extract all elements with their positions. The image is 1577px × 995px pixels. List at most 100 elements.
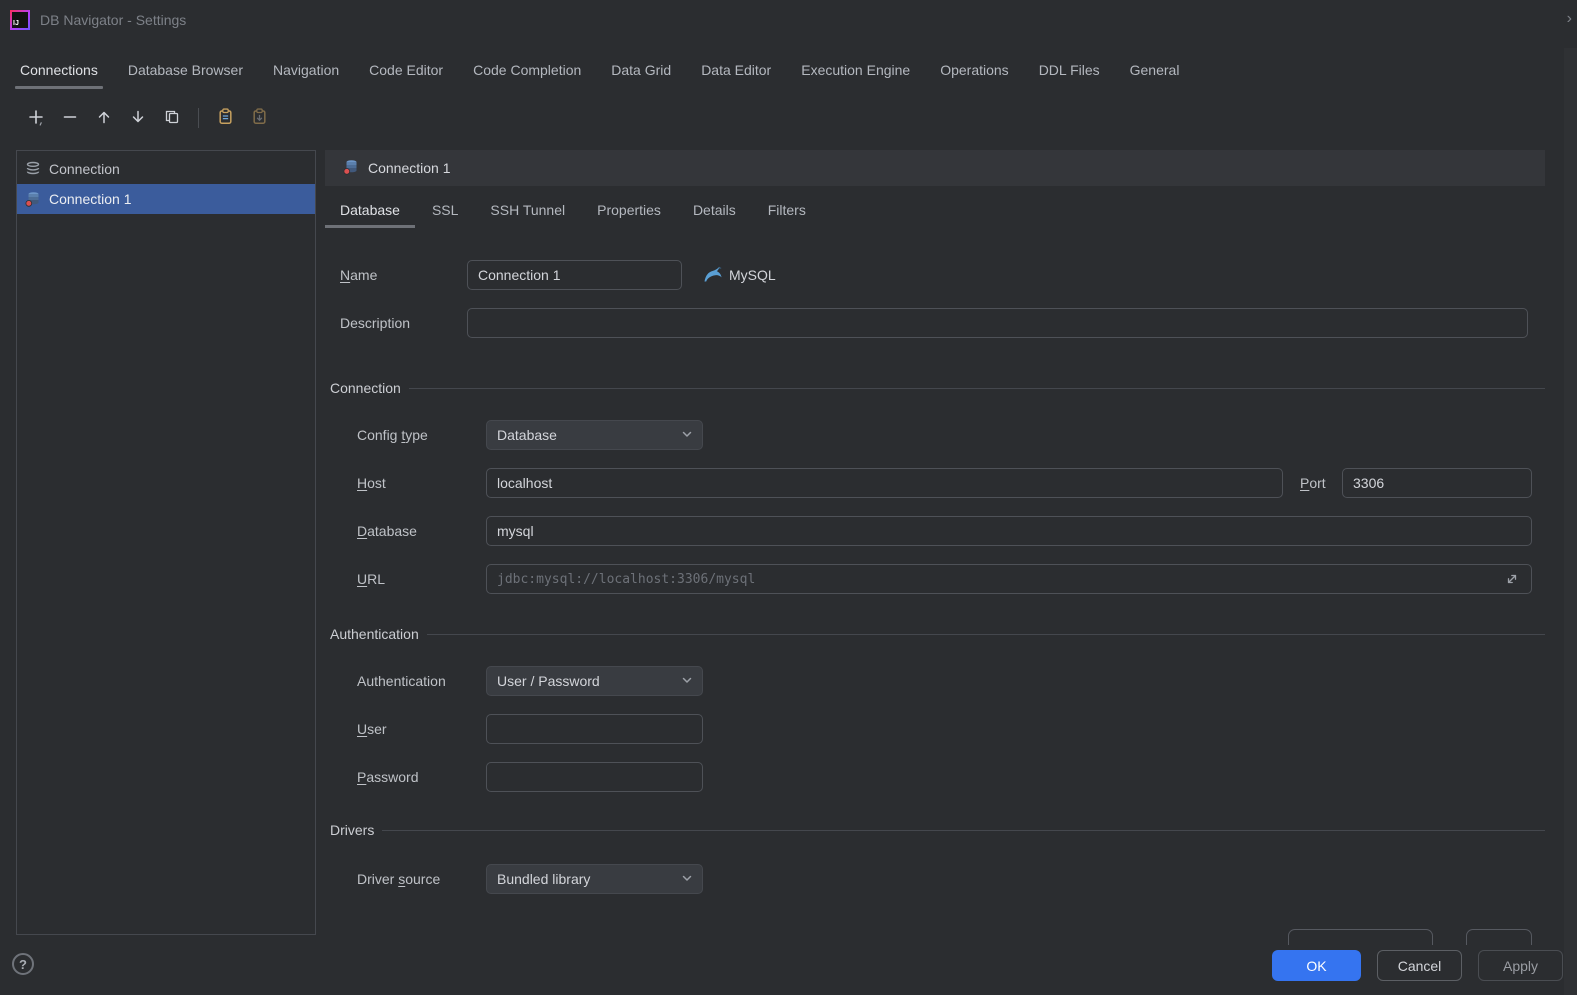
paste-connections-button[interactable]	[248, 107, 271, 130]
tab-code-completion[interactable]: Code Completion	[473, 55, 581, 89]
url-input[interactable]	[486, 564, 1532, 594]
chevron-down-icon	[680, 673, 694, 690]
paste-from-clipboard-icon	[251, 108, 268, 128]
url-label: URL	[357, 571, 386, 587]
name-label: Name	[340, 267, 378, 283]
move-up-button[interactable]	[92, 107, 115, 130]
tab-overflow-arrow-icon[interactable]: ›	[1567, 11, 1572, 27]
settings-tab-bar: Connections Database Browser Navigation …	[0, 55, 1557, 89]
move-up-icon	[96, 109, 112, 128]
scrollbar[interactable]	[1564, 48, 1577, 995]
connection-icon	[25, 191, 41, 207]
partially-visible-button-right[interactable]	[1466, 929, 1532, 945]
section-drivers-label: Drivers	[330, 822, 375, 838]
section-divider-line	[382, 829, 1545, 831]
subtab-database[interactable]: Database	[325, 196, 415, 228]
partially-visible-button-left[interactable]	[1288, 929, 1433, 945]
user-row: User	[325, 714, 1545, 744]
connection-toolbar	[24, 100, 271, 136]
driver-source-label: Driver source	[357, 871, 441, 887]
mysql-icon	[703, 265, 723, 284]
tab-data-editor[interactable]: Data Editor	[701, 55, 771, 89]
cancel-button[interactable]: Cancel	[1377, 950, 1462, 981]
port-label: Port	[1300, 475, 1326, 491]
subtab-details[interactable]: Details	[678, 196, 751, 228]
list-item-connection-1[interactable]: Connection 1	[17, 184, 315, 214]
section-connection: Connection	[330, 378, 1545, 398]
driver-source-select[interactable]: Bundled library	[486, 864, 703, 894]
host-label: Host	[357, 475, 386, 491]
toolbar-separator	[198, 108, 199, 128]
list-item-label: Connection	[49, 161, 120, 177]
section-authentication-label: Authentication	[330, 626, 419, 642]
subtab-ssl[interactable]: SSL	[417, 196, 473, 228]
config-type-value: Database	[497, 427, 557, 443]
tab-operations[interactable]: Operations	[940, 55, 1008, 89]
name-input[interactable]	[467, 260, 682, 290]
driver-source-value: Bundled library	[497, 871, 591, 887]
move-down-button[interactable]	[126, 107, 149, 130]
duplicate-connection-button[interactable]	[160, 107, 183, 130]
chevron-down-icon	[680, 871, 694, 888]
port-input[interactable]	[1342, 468, 1532, 498]
remove-icon	[62, 109, 78, 128]
intellij-logo-text: IJ	[12, 12, 28, 28]
authentication-select[interactable]: User / Password	[486, 666, 703, 696]
section-authentication: Authentication	[330, 624, 1545, 644]
section-connection-label: Connection	[330, 380, 401, 396]
host-input[interactable]	[486, 468, 1283, 498]
window-title: DB Navigator - Settings	[40, 12, 187, 28]
database-label: Database	[357, 523, 417, 539]
detail-header: Connection 1	[325, 150, 1545, 186]
driver-source-row: Driver source Bundled library	[325, 864, 1545, 894]
list-item-connection-filter[interactable]: Connection	[17, 154, 315, 184]
chevron-down-icon	[680, 427, 694, 444]
description-label: Description	[340, 315, 411, 331]
section-divider-line	[426, 633, 1545, 635]
description-input[interactable]	[467, 308, 1528, 338]
intellij-logo-icon: IJ	[10, 10, 30, 30]
host-row: Host Port	[325, 468, 1545, 498]
config-type-row: Config type Database	[325, 420, 1545, 450]
tab-connections[interactable]: Connections	[15, 55, 103, 89]
help-button[interactable]: ?	[12, 953, 34, 975]
title-bar: IJ DB Navigator - Settings	[0, 0, 1577, 40]
tab-ddl-files[interactable]: DDL Files	[1039, 55, 1100, 89]
duplicate-icon	[164, 109, 180, 128]
database-stack-icon	[25, 161, 41, 177]
list-item-label: Connection 1	[49, 191, 132, 207]
connection-icon	[343, 159, 359, 178]
subtab-ssh-tunnel[interactable]: SSH Tunnel	[475, 196, 580, 228]
connection-detail-panel: Connection 1 Database SSL SSH Tunnel Pro…	[325, 150, 1545, 935]
config-type-label: Config type	[357, 427, 428, 443]
url-row: URL	[325, 564, 1545, 594]
ok-button[interactable]: OK	[1272, 950, 1361, 981]
tab-navigation[interactable]: Navigation	[273, 55, 339, 89]
move-down-icon	[130, 109, 146, 128]
database-type-label: MySQL	[729, 267, 776, 283]
tab-general[interactable]: General	[1130, 55, 1180, 89]
subtab-filters[interactable]: Filters	[753, 196, 821, 228]
tab-execution-engine[interactable]: Execution Engine	[801, 55, 910, 89]
section-divider-line	[408, 387, 1545, 389]
password-input[interactable]	[486, 762, 703, 792]
database-input[interactable]	[486, 516, 1532, 546]
config-type-select[interactable]: Database	[486, 420, 703, 450]
subtab-properties[interactable]: Properties	[582, 196, 676, 228]
add-connection-button[interactable]	[24, 107, 47, 130]
tab-code-editor[interactable]: Code Editor	[369, 55, 443, 89]
description-row: Description	[325, 308, 1545, 338]
authentication-value: User / Password	[497, 673, 600, 689]
copy-connections-button[interactable]	[214, 107, 237, 130]
tab-data-grid[interactable]: Data Grid	[611, 55, 671, 89]
remove-connection-button[interactable]	[58, 107, 81, 130]
name-row: Name MySQL	[325, 260, 1545, 290]
user-input[interactable]	[486, 714, 703, 744]
password-row: Password	[325, 762, 1545, 792]
apply-button[interactable]: Apply	[1478, 950, 1563, 981]
tab-database-browser[interactable]: Database Browser	[128, 55, 243, 89]
add-icon	[27, 108, 45, 129]
password-label: Password	[357, 769, 419, 785]
expand-icon[interactable]	[1505, 572, 1519, 586]
user-label: User	[357, 721, 387, 737]
